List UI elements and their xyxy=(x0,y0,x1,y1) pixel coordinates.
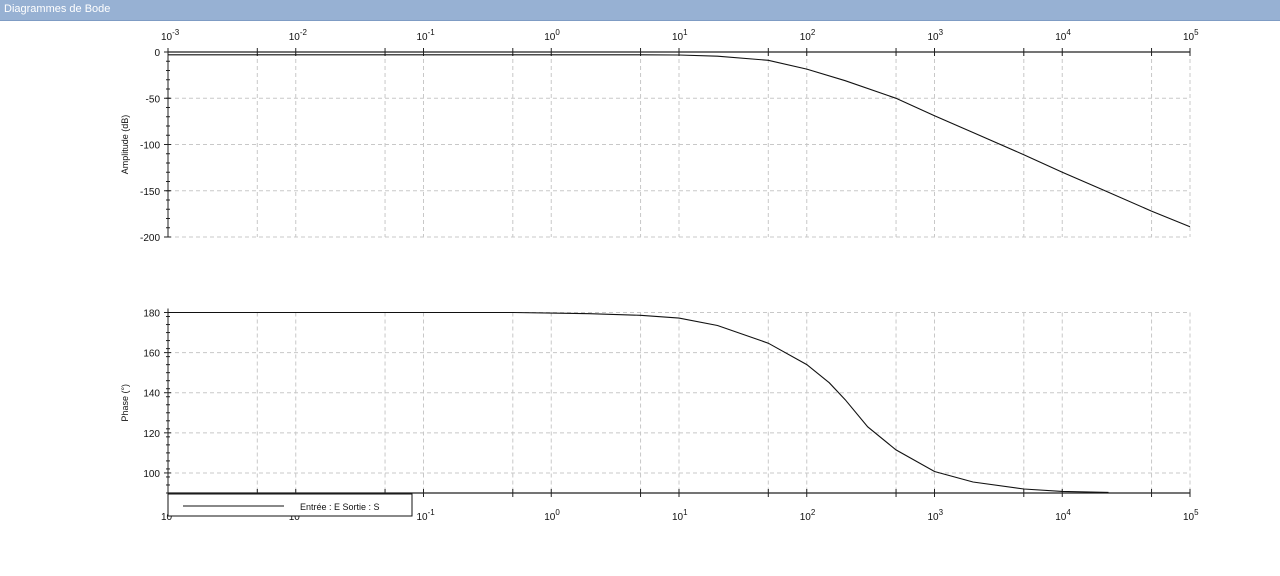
x-tick-label: 103 xyxy=(928,28,944,43)
y-tick-label: 180 xyxy=(143,309,160,320)
y-tick-label: -100 xyxy=(140,141,160,152)
series-line xyxy=(168,311,1109,493)
y-tick-label: 160 xyxy=(143,349,160,360)
y-tick-label: 0 xyxy=(154,48,160,59)
x-tick-label: 102 xyxy=(800,508,816,523)
y-tick-label: 100 xyxy=(143,469,160,480)
legend-label: Entrée : E Sortie : S xyxy=(300,502,380,512)
x-tick-label: 10-3 xyxy=(161,28,180,43)
x-tick-label: 104 xyxy=(1055,28,1071,43)
bode-chart: 0 -50 -100 -150 -200 10-3 10-2 10-1 100 101 102 103… xyxy=(120,28,1199,523)
x-tick-label: 100 xyxy=(544,508,560,523)
y-tick-label: -50 xyxy=(146,94,161,105)
amplitude-plot: 0 -50 -100 -150 -200 10-3 10-2 10-1 100 101 102 103… xyxy=(120,28,1199,244)
x-tick-label: 101 xyxy=(672,28,688,43)
x-tick-label: 102 xyxy=(800,28,816,43)
phase-plot: 10012014016018010 10 10-1 100 101 102 103 104 10… xyxy=(120,308,1199,523)
y-axis-label: Phase (°) xyxy=(120,384,130,422)
x-tick-label: 101 xyxy=(672,508,688,523)
x-tick-label: 104 xyxy=(1055,508,1071,523)
y-tick-label: -150 xyxy=(140,187,160,198)
x-tick-label: 10-2 xyxy=(289,28,308,43)
x-tick-label: 105 xyxy=(1183,28,1199,43)
x-tick-label: 100 xyxy=(544,28,560,43)
y-axis-label: Amplitude (dB) xyxy=(120,115,130,175)
y-tick-label: 120 xyxy=(143,429,160,440)
x-tick-label: 10-1 xyxy=(417,28,436,43)
y-tick-label: -200 xyxy=(140,233,160,244)
x-tick-label: 105 xyxy=(1183,508,1199,523)
legend: Entrée : E Sortie : S xyxy=(167,493,413,517)
x-tick-label: 103 xyxy=(928,508,944,523)
x-tick-label: 10-1 xyxy=(417,508,436,523)
y-tick-label: 140 xyxy=(143,389,160,400)
